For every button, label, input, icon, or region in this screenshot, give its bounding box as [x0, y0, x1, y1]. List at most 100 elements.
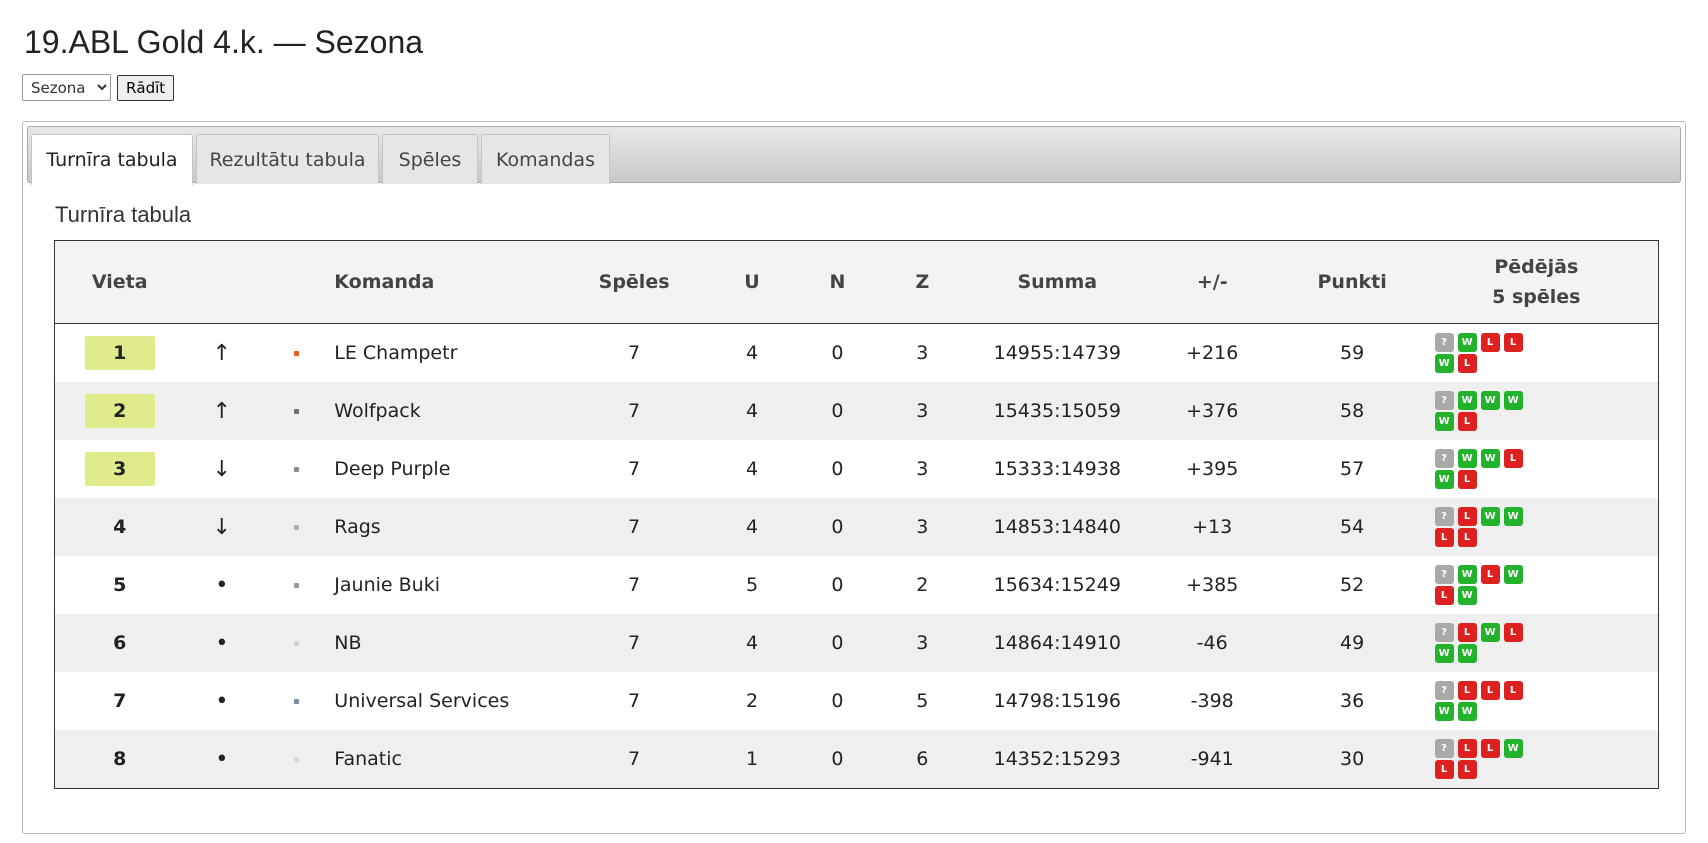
place-cell: 7: [55, 672, 185, 730]
form-loss-badge[interactable]: L: [1480, 739, 1500, 758]
tab-standings[interactable]: Turnīra tabula: [31, 134, 193, 185]
tab-games[interactable]: Spēles: [382, 134, 478, 184]
form-win-badge[interactable]: W: [1457, 565, 1477, 584]
team-logo-icon[interactable]: [294, 757, 300, 762]
games-cell: 7: [574, 614, 695, 672]
tab-results[interactable]: Rezultātu tabula: [196, 134, 379, 184]
team-name[interactable]: Universal Services: [334, 672, 574, 730]
form-win-badge[interactable]: W: [1457, 391, 1477, 410]
team-logo-icon[interactable]: [294, 351, 300, 356]
team-logo-icon[interactable]: [294, 583, 300, 588]
form-win-badge[interactable]: W: [1457, 586, 1477, 605]
form-unknown-badge[interactable]: ?: [1434, 623, 1454, 642]
form-win-badge[interactable]: W: [1480, 507, 1500, 526]
form-loss-badge[interactable]: L: [1503, 449, 1523, 468]
form-badges: ? L W L W W: [1434, 623, 1535, 663]
form-win-badge[interactable]: W: [1503, 739, 1523, 758]
team-name[interactable]: Rags: [334, 498, 575, 556]
header-points[interactable]: Punkti: [1289, 240, 1415, 324]
form-unknown-badge[interactable]: ?: [1434, 507, 1454, 526]
last5-cell: ? L W W L L: [1414, 498, 1659, 556]
form-loss-badge[interactable]: L: [1503, 623, 1523, 642]
form-loss-badge[interactable]: L: [1480, 333, 1500, 352]
form-win-badge[interactable]: W: [1480, 391, 1500, 410]
form-loss-badge[interactable]: L: [1457, 507, 1477, 526]
show-button[interactable]: Rādīt: [117, 75, 175, 101]
form-loss-badge[interactable]: L: [1457, 623, 1477, 642]
team-name[interactable]: Fanatic: [334, 730, 575, 789]
form-loss-badge[interactable]: L: [1503, 681, 1523, 700]
team-logo-icon[interactable]: [294, 409, 300, 414]
season-select[interactable]: Sezona: [22, 74, 111, 101]
header-diff[interactable]: +/-: [1134, 240, 1290, 324]
header-team[interactable]: Komanda: [334, 240, 575, 324]
team-logo-icon[interactable]: [294, 699, 300, 704]
form-unknown-badge[interactable]: ?: [1434, 565, 1454, 584]
header-sum[interactable]: Summa: [979, 240, 1135, 324]
team-name[interactable]: Jaunie Buki: [334, 556, 574, 614]
games-cell: 7: [628, 342, 641, 364]
form-win-badge[interactable]: W: [1457, 333, 1477, 352]
form-unknown-badge[interactable]: ?: [1434, 449, 1454, 468]
form-loss-badge[interactable]: L: [1457, 412, 1477, 431]
form-unknown-badge[interactable]: ?: [1434, 681, 1454, 700]
place-cell: 6: [54, 614, 185, 672]
form-loss-badge[interactable]: L: [1457, 681, 1477, 700]
header-draws[interactable]: N: [809, 240, 865, 324]
wins-cell: 2: [745, 690, 759, 712]
form-win-badge[interactable]: W: [1457, 644, 1477, 663]
form-win-badge[interactable]: W: [1434, 644, 1454, 663]
header-losses[interactable]: Z: [864, 240, 980, 324]
header-games[interactable]: Spēles: [574, 240, 695, 324]
form-win-badge[interactable]: W: [1457, 449, 1477, 468]
logo-cell: [259, 382, 335, 440]
form-loss-badge[interactable]: L: [1457, 354, 1477, 373]
season-controls: Sezona Rādīt: [22, 74, 175, 101]
sum-cell: 15435:15059: [979, 382, 1135, 440]
team-name[interactable]: NB: [334, 614, 575, 672]
form-loss-badge[interactable]: L: [1457, 760, 1477, 779]
header-place[interactable]: Vieta: [54, 240, 185, 324]
form-loss-badge[interactable]: L: [1503, 333, 1523, 352]
form-win-badge[interactable]: W: [1434, 412, 1454, 431]
form-loss-badge[interactable]: L: [1434, 528, 1454, 547]
form-unknown-badge[interactable]: ?: [1434, 739, 1454, 758]
place-cell: 1: [55, 324, 185, 383]
form-loss-badge[interactable]: L: [1457, 470, 1477, 489]
form-loss-badge[interactable]: L: [1480, 681, 1500, 700]
section-title: Turnīra tabula: [55, 202, 192, 227]
form-win-badge[interactable]: W: [1434, 702, 1454, 721]
form-unknown-badge[interactable]: ?: [1434, 333, 1454, 352]
form-win-badge[interactable]: W: [1503, 565, 1523, 584]
form-win-badge[interactable]: W: [1503, 507, 1523, 526]
form-badges: ? L W W L L: [1434, 507, 1535, 547]
team-name[interactable]: Deep Purple: [334, 440, 574, 498]
tab-teams[interactable]: Komandas: [481, 134, 610, 184]
form-win-badge[interactable]: W: [1457, 702, 1477, 721]
form-loss-badge[interactable]: L: [1434, 586, 1454, 605]
header-wins[interactable]: U: [694, 240, 810, 324]
draws-cell: 0: [809, 498, 865, 556]
form-win-badge[interactable]: W: [1480, 623, 1500, 642]
form-win-badge[interactable]: W: [1503, 391, 1523, 410]
arrow-down-icon: ↓: [212, 514, 232, 540]
form-loss-badge[interactable]: L: [1480, 565, 1500, 584]
points-cell: 30: [1289, 730, 1415, 789]
form-win-badge[interactable]: W: [1434, 470, 1454, 489]
team-name[interactable]: Wolfpack: [334, 382, 575, 440]
form-loss-badge[interactable]: L: [1457, 739, 1477, 758]
team-logo-icon[interactable]: [294, 467, 300, 472]
team-logo-icon[interactable]: [294, 525, 300, 530]
place-badge: 7: [113, 690, 127, 712]
form-loss-badge[interactable]: L: [1434, 760, 1454, 779]
losses-cell: 5: [916, 690, 929, 712]
form-unknown-badge[interactable]: ?: [1434, 391, 1454, 410]
draws-cell: 0: [809, 614, 865, 672]
form-loss-badge[interactable]: L: [1457, 528, 1477, 547]
team-name[interactable]: LE Champetr: [334, 324, 574, 383]
games-cell: 7: [574, 382, 695, 440]
form-win-badge[interactable]: W: [1434, 354, 1454, 373]
form-win-badge[interactable]: W: [1480, 449, 1500, 468]
logo-cell: [259, 440, 334, 498]
team-logo-icon[interactable]: [294, 641, 300, 646]
